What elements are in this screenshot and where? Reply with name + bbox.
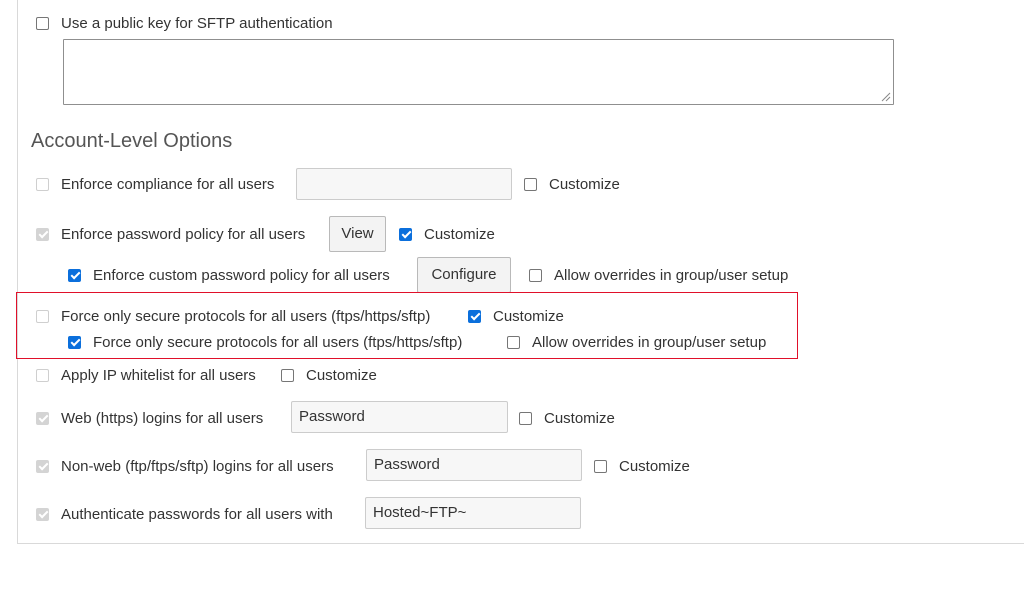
nonweb-logins-customize-checkbox[interactable] [594, 459, 607, 473]
nonweb-logins-row: Non-web (ftp/ftps/sftp) logins for all u… [36, 457, 334, 475]
ip-whitelist-checkbox[interactable] [36, 368, 49, 382]
sftp-public-key-checkbox[interactable] [36, 16, 49, 30]
secure-protocols-override-label: Allow overrides in group/user setup [532, 333, 767, 351]
compliance-label: Enforce compliance for all users [61, 175, 275, 193]
sftp-public-key-textarea[interactable] [63, 39, 894, 105]
web-logins-field[interactable]: Password [291, 401, 508, 433]
nonweb-logins-field[interactable]: Password [366, 449, 582, 481]
ip-whitelist-customize-checkbox[interactable] [281, 368, 294, 382]
authenticate-passwords-field[interactable]: Hosted~FTP~ [365, 497, 581, 529]
web-logins-customize-checkbox[interactable] [519, 411, 532, 425]
password-policy-checkbox[interactable] [36, 227, 49, 241]
authenticate-passwords-checkbox[interactable] [36, 507, 49, 521]
view-button[interactable]: View [329, 216, 386, 252]
custom-password-override: Allow overrides in group/user setup [529, 266, 789, 284]
secure-protocols-row: Force only secure protocols for all user… [36, 307, 431, 325]
compliance-row: Enforce compliance for all users [36, 175, 275, 193]
authenticate-passwords-row: Authenticate passwords for all users wit… [36, 505, 333, 523]
secure-protocols-override: Allow overrides in group/user setup [507, 333, 767, 351]
secure-protocols-customize-label: Customize [493, 307, 564, 325]
section-title: Account-Level Options [31, 130, 233, 152]
compliance-field[interactable] [296, 168, 512, 200]
sftp-public-key-label: Use a public key for SFTP authentication [61, 14, 333, 32]
password-policy-customize-label: Customize [424, 225, 495, 243]
custom-password-policy-checkbox[interactable] [68, 268, 81, 282]
custom-password-policy-row: Enforce custom password policy for all u… [68, 266, 390, 284]
secure-protocols-custom-checkbox[interactable] [68, 335, 81, 349]
ip-whitelist-label: Apply IP whitelist for all users [61, 366, 256, 384]
nonweb-logins-customize: Customize [594, 457, 690, 475]
ip-whitelist-customize-label: Customize [306, 366, 377, 384]
configure-button[interactable]: Configure [417, 257, 511, 293]
secure-protocols-custom-label: Force only secure protocols for all user… [93, 333, 463, 351]
secure-protocols-custom-row: Force only secure protocols for all user… [68, 333, 463, 351]
web-logins-customize: Customize [519, 409, 615, 427]
compliance-customize: Customize [524, 175, 620, 193]
web-logins-row: Web (https) logins for all users [36, 409, 264, 427]
custom-password-policy-label: Enforce custom password policy for all u… [93, 266, 390, 284]
web-logins-customize-label: Customize [544, 409, 615, 427]
nonweb-logins-customize-label: Customize [619, 457, 690, 475]
custom-password-override-label: Allow overrides in group/user setup [554, 266, 789, 284]
password-policy-row: Enforce password policy for all users [36, 225, 306, 243]
web-logins-label: Web (https) logins for all users [61, 409, 264, 427]
password-policy-customize-checkbox[interactable] [399, 227, 412, 241]
password-policy-label: Enforce password policy for all users [61, 225, 306, 243]
password-policy-customize: Customize [399, 225, 495, 243]
secure-protocols-customize: Customize [468, 307, 564, 325]
sftp-public-key-row: Use a public key for SFTP authentication [36, 14, 333, 32]
ip-whitelist-row: Apply IP whitelist for all users [36, 366, 256, 384]
nonweb-logins-checkbox[interactable] [36, 459, 49, 473]
nonweb-logins-label: Non-web (ftp/ftps/sftp) logins for all u… [61, 457, 334, 475]
compliance-customize-checkbox[interactable] [524, 177, 537, 191]
authenticate-passwords-label: Authenticate passwords for all users wit… [61, 505, 333, 523]
custom-password-override-checkbox[interactable] [529, 268, 542, 282]
resize-grip-icon[interactable] [881, 92, 891, 102]
web-logins-checkbox[interactable] [36, 411, 49, 425]
secure-protocols-override-checkbox[interactable] [507, 335, 520, 349]
ip-whitelist-customize: Customize [281, 366, 377, 384]
secure-protocols-label: Force only secure protocols for all user… [61, 307, 431, 325]
compliance-checkbox[interactable] [36, 177, 49, 191]
secure-protocols-checkbox[interactable] [36, 309, 49, 323]
compliance-customize-label: Customize [549, 175, 620, 193]
secure-protocols-customize-checkbox[interactable] [468, 309, 481, 323]
